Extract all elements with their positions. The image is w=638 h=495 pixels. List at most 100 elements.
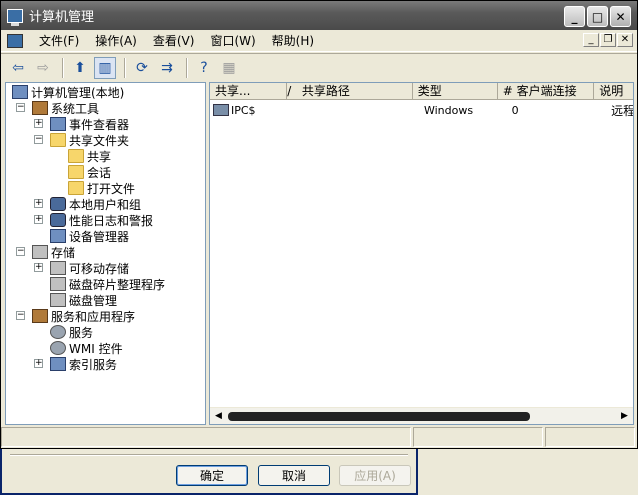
tree-expander[interactable]: −	[16, 247, 25, 256]
menu-help[interactable]: 帮助(H)	[264, 31, 322, 51]
tree-expander[interactable]: −	[16, 103, 25, 112]
computer-management-window: 计算机管理 _ □ ✕ 文件(F) 操作(A) 查看(V) 窗口(W) 帮助(H…	[0, 0, 638, 449]
toolbar-separator	[62, 57, 64, 78]
column-type[interactable]: 类型	[413, 83, 498, 100]
tree-expander[interactable]: +	[34, 359, 43, 368]
list-header: 共享... / 共享路径 类型 # 客户端连接 说明	[210, 83, 633, 100]
tree-node[interactable]: 事件查看器	[50, 116, 129, 132]
tree-node-label: 会话	[87, 165, 112, 180]
shares-list[interactable]: 共享... / 共享路径 类型 # 客户端连接 说明 IPC$ Windows …	[209, 82, 634, 425]
tree-node[interactable]: 设备管理器	[50, 228, 129, 244]
ok-button[interactable]: 确定	[176, 465, 248, 486]
dialog-separator	[10, 454, 408, 456]
tree-node-label: 性能日志和警报	[69, 213, 154, 228]
tree-node[interactable]: 打开文件	[68, 180, 135, 196]
perf-icon	[50, 213, 66, 227]
scroll-thumb[interactable]	[228, 412, 530, 421]
tree-node[interactable]: 计算机管理(本地)	[12, 84, 124, 100]
share-type: Windows	[423, 103, 474, 117]
help-icon[interactable]: ?	[193, 57, 215, 79]
tree-node[interactable]: 磁盘管理	[50, 292, 117, 308]
tree-node[interactable]: 存储	[32, 244, 75, 260]
new-share-icon: ▦	[222, 59, 236, 76]
column-share-path[interactable]: 共享路径	[297, 83, 413, 100]
removable-icon	[50, 261, 66, 275]
tree-expander[interactable]: +	[34, 263, 43, 272]
menu-action[interactable]: 操作(A)	[87, 31, 145, 51]
tree-node-label: 磁盘碎片整理程序	[69, 277, 166, 292]
menu-view[interactable]: 查看(V)	[145, 31, 203, 51]
sort-indicator: /	[287, 84, 292, 98]
wmi-icon	[50, 341, 66, 355]
tree-node[interactable]: 系统工具	[32, 100, 99, 116]
table-row[interactable]: IPC$ Windows 0 远程	[210, 101, 633, 119]
back-arrow-icon[interactable]: ⇦	[7, 57, 29, 79]
tree-node-label: 索引服务	[69, 357, 118, 372]
scroll-left-icon[interactable]: ◀	[210, 408, 227, 424]
status-panel	[1, 427, 411, 447]
column-client-connections[interactable]: # 客户端连接	[498, 83, 595, 100]
device-icon	[50, 229, 66, 243]
tree-node-label: 本地用户和组	[69, 197, 142, 212]
tree-expander[interactable]: −	[16, 311, 25, 320]
show-tree-icon[interactable]: ▥	[94, 56, 116, 79]
tree-node-label: 共享	[87, 149, 112, 164]
tree-expander[interactable]: +	[34, 215, 43, 224]
computer-icon[interactable]	[7, 33, 23, 48]
tree-node-label: 事件查看器	[69, 117, 130, 132]
menu-file[interactable]: 文件(F)	[31, 31, 87, 51]
menu-window[interactable]: 窗口(W)	[202, 31, 263, 51]
tree-node-label: WMI 控件	[69, 341, 123, 356]
menu-bar: 文件(F) 操作(A) 查看(V) 窗口(W) 帮助(H) _ ❐ ✕	[1, 30, 637, 52]
index-icon	[50, 357, 66, 371]
tree-node[interactable]: 性能日志和警报	[50, 212, 153, 228]
toolbar: ⇦ ⇨ ⬆ ▥ ⟳ ⇉ ? ▦	[1, 53, 637, 81]
mdi-restore-button[interactable]: ❐	[600, 33, 616, 47]
defrag-icon	[50, 277, 66, 291]
tree-node[interactable]: 共享文件夹	[50, 132, 129, 148]
forward-arrow-icon: ⇨	[37, 59, 49, 76]
status-bar	[1, 427, 637, 448]
export-list-icon[interactable]: ⇉	[156, 57, 178, 79]
window-title: 计算机管理	[29, 10, 95, 25]
tree-node[interactable]: 服务和应用程序	[32, 308, 135, 324]
tree-node-label: 可移动存储	[69, 261, 130, 276]
tree-expander[interactable]: −	[34, 135, 43, 144]
folder-icon	[68, 181, 84, 195]
close-button[interactable]: ✕	[610, 6, 631, 27]
event-icon	[50, 117, 66, 131]
tree-node[interactable]: 索引服务	[50, 356, 117, 372]
tree-node[interactable]: 本地用户和组	[50, 196, 141, 212]
refresh-icon[interactable]: ⟳	[131, 57, 153, 79]
folder-icon	[68, 149, 84, 163]
tree-node[interactable]: 磁盘碎片整理程序	[50, 276, 165, 292]
cancel-button[interactable]: 取消	[258, 465, 330, 486]
scroll-right-icon[interactable]: ▶	[616, 408, 633, 424]
column-description[interactable]: 说明	[594, 83, 633, 100]
services-apps-icon	[32, 309, 48, 323]
mdi-minimize-button[interactable]: _	[583, 33, 599, 47]
users-icon	[50, 197, 66, 211]
mdi-controls: _ ❐ ✕	[583, 33, 633, 47]
share-clients: 0	[511, 103, 519, 117]
folder-icon	[68, 165, 84, 179]
maximize-button[interactable]: □	[587, 6, 608, 27]
column-share-name[interactable]: 共享...	[210, 83, 288, 100]
computer-icon	[7, 8, 23, 26]
horizontal-scrollbar[interactable]: ◀ ▶	[210, 407, 633, 424]
tree-node[interactable]: WMI 控件	[50, 340, 123, 356]
tree-node[interactable]: 会话	[68, 164, 111, 180]
tree-expander[interactable]: +	[34, 199, 43, 208]
console-tree[interactable]: 计算机管理(本地) − 系统工具 + 事件查看器 − 共享文件夹 共享 会话 打开文件 + 本地用户和…	[5, 82, 206, 425]
tree-node[interactable]: 服务	[50, 324, 93, 340]
share-icon	[213, 104, 229, 116]
tree-node[interactable]: 可移动存储	[50, 260, 129, 276]
tree-expander[interactable]: +	[34, 119, 43, 128]
up-folder-icon[interactable]: ⬆	[69, 57, 91, 79]
share-description: 远程	[611, 103, 633, 118]
title-bar[interactable]: 计算机管理 _ □ ✕	[1, 1, 637, 30]
tree-node[interactable]: 共享	[68, 148, 111, 164]
minimize-button[interactable]: _	[564, 6, 585, 27]
tree-node-label: 磁盘管理	[69, 293, 118, 308]
mdi-close-button[interactable]: ✕	[617, 33, 633, 47]
